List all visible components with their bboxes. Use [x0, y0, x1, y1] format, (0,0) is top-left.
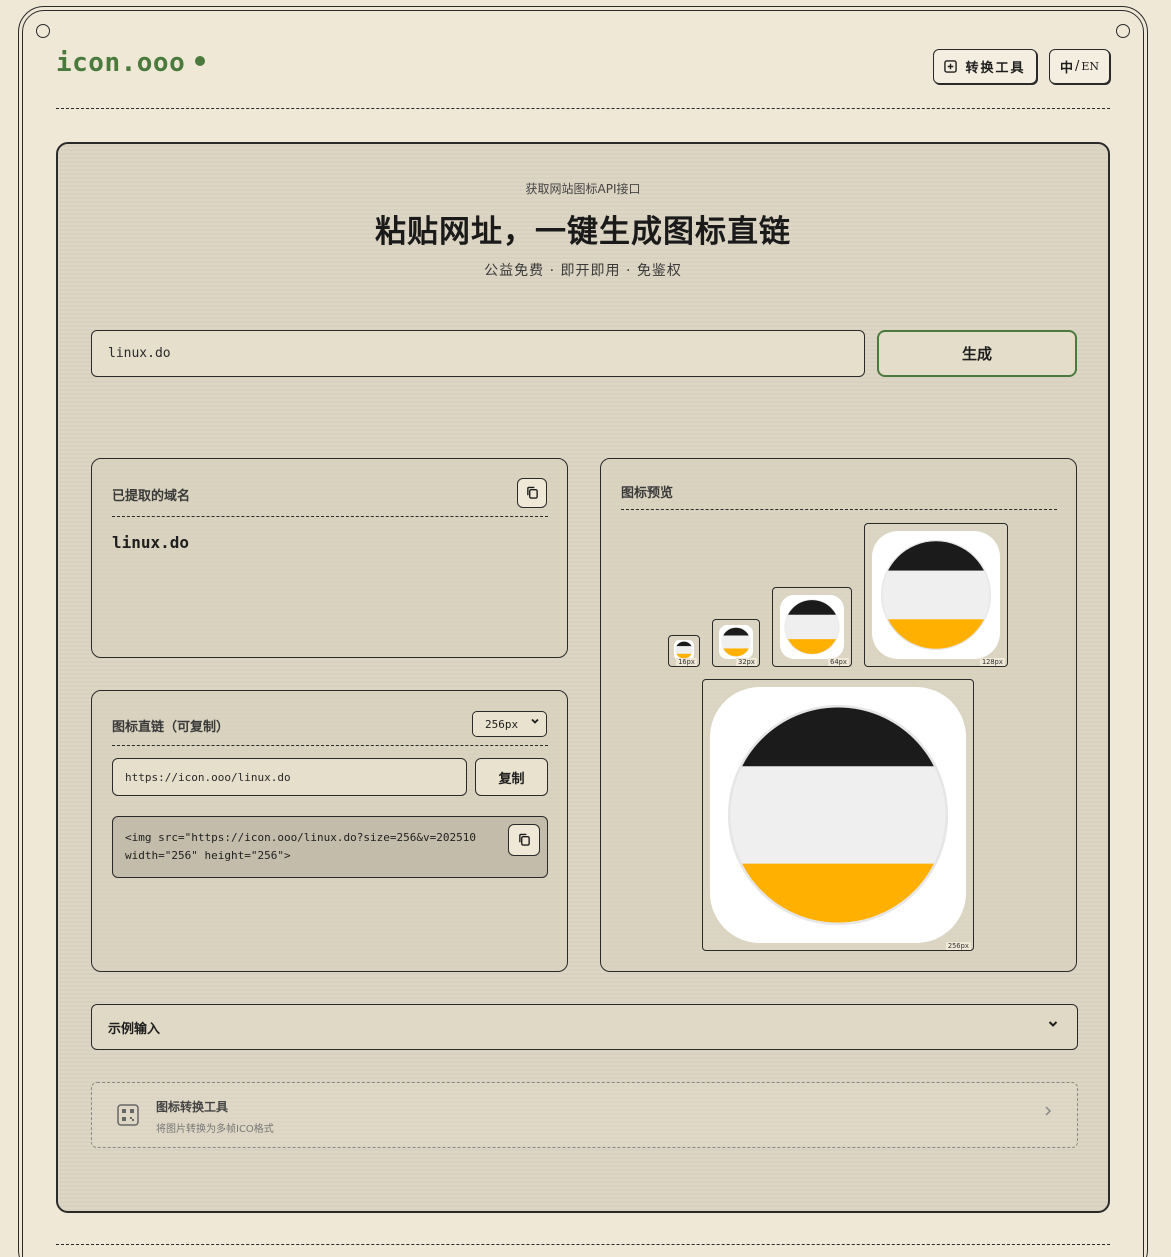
- examples-title: 示例输入: [108, 1021, 161, 1037]
- convert-tool-card[interactable]: 图标转换工具 将图片转换为多帧ICO格式: [91, 1082, 1078, 1148]
- embed-code-line-1: <img src="https://icon.ooo/linux.do?size…: [125, 831, 476, 844]
- linux-do-icon: [674, 640, 694, 660]
- language-toggle[interactable]: 中 / EN: [1049, 49, 1110, 84]
- site-logo[interactable]: icon.ooo: [56, 48, 206, 78]
- copy-icon: [518, 831, 531, 850]
- size-select[interactable]: 256px: [472, 711, 547, 737]
- domain-panel: 已提取的域名 linux.do: [91, 458, 568, 658]
- linux-do-icon: [719, 625, 753, 659]
- domain-panel-title: 已提取的域名: [112, 489, 191, 504]
- convert-tool-button[interactable]: 转换工具: [933, 49, 1037, 84]
- preview-128: 128px: [864, 523, 1008, 667]
- chevron-down-icon: [1047, 1018, 1059, 1034]
- preview-size-label: 64px: [828, 658, 849, 666]
- icon-url-field[interactable]: https://icon.ooo/linux.do: [112, 758, 467, 796]
- preview-size-label: 32px: [736, 658, 757, 666]
- domain-panel-divider: [112, 516, 548, 517]
- preview-panel-title: 图标预览: [621, 486, 674, 501]
- extracted-domain: linux.do: [112, 533, 190, 552]
- hero-tagline: 公益免费 · 即开即用 · 免鉴权: [484, 263, 682, 279]
- copy-domain-button[interactable]: [517, 478, 547, 508]
- chevron-down-icon: [530, 716, 540, 729]
- preview-16: 16px: [668, 635, 700, 667]
- preview-256: 256px: [702, 679, 974, 951]
- size-select-value: 256px: [485, 717, 519, 731]
- linux-do-icon: [872, 531, 1000, 659]
- generate-button[interactable]: 生成: [877, 330, 1077, 377]
- copy-icon: [526, 484, 539, 503]
- page-title: 粘贴网址，一键生成图标直链: [375, 214, 791, 250]
- lang-sep: /: [1074, 59, 1080, 74]
- tool-card-title: 图标转换工具: [156, 1100, 229, 1114]
- logo-text: icon.ooo: [56, 48, 186, 78]
- linux-do-icon: [780, 595, 844, 659]
- lang-zh: 中: [1059, 61, 1073, 76]
- preview-panel: 图标预览 16px 32px 64px 128px 256px: [600, 458, 1077, 972]
- hero-eyebrow: 获取网站图标API接口: [525, 182, 641, 196]
- logo-dot-icon: [195, 55, 206, 66]
- preview-32: 32px: [712, 619, 760, 667]
- examples-toggle[interactable]: 示例输入: [91, 1004, 1078, 1050]
- link-panel-title: 图标直链（可复制）: [112, 720, 230, 735]
- linux-do-icon: [710, 687, 966, 943]
- link-panel-divider: [112, 745, 548, 746]
- preview-panel-divider: [621, 509, 1057, 510]
- preview-64: 64px: [772, 587, 852, 667]
- tool-card-subtitle: 将图片转换为多帧ICO格式: [156, 1124, 274, 1135]
- main-card: 获取网站图标API接口 粘贴网址，一键生成图标直链 公益免费 · 即开即用 · …: [56, 142, 1110, 1213]
- footer-divider: [56, 1244, 1110, 1245]
- chevron-right-icon: [1043, 1105, 1053, 1121]
- qr-grid-icon: [116, 1103, 140, 1127]
- copy-code-button[interactable]: [508, 824, 540, 856]
- preview-size-label: 256px: [945, 942, 971, 950]
- preview-size-label: 16px: [676, 658, 697, 666]
- embed-code-line-2: width="256" height="256">: [125, 849, 291, 862]
- preview-size-label: 128px: [979, 658, 1005, 666]
- convert-tool-label: 转换工具: [965, 61, 1026, 76]
- corner-dot-right: [1116, 24, 1130, 38]
- link-panel: 图标直链（可复制） 256px https://icon.ooo/linux.d…: [91, 690, 568, 972]
- lang-en: EN: [1081, 60, 1100, 73]
- embed-code-box[interactable]: <img src="https://icon.ooo/linux.do?size…: [112, 816, 548, 878]
- url-input[interactable]: [91, 330, 865, 377]
- embed-code-text: <img src="https://icon.ooo/linux.do?size…: [125, 829, 505, 865]
- corner-dot-left: [36, 24, 50, 38]
- header-divider: [56, 108, 1110, 109]
- copy-url-button[interactable]: 复制: [475, 758, 548, 796]
- plus-square-icon: [944, 60, 958, 73]
